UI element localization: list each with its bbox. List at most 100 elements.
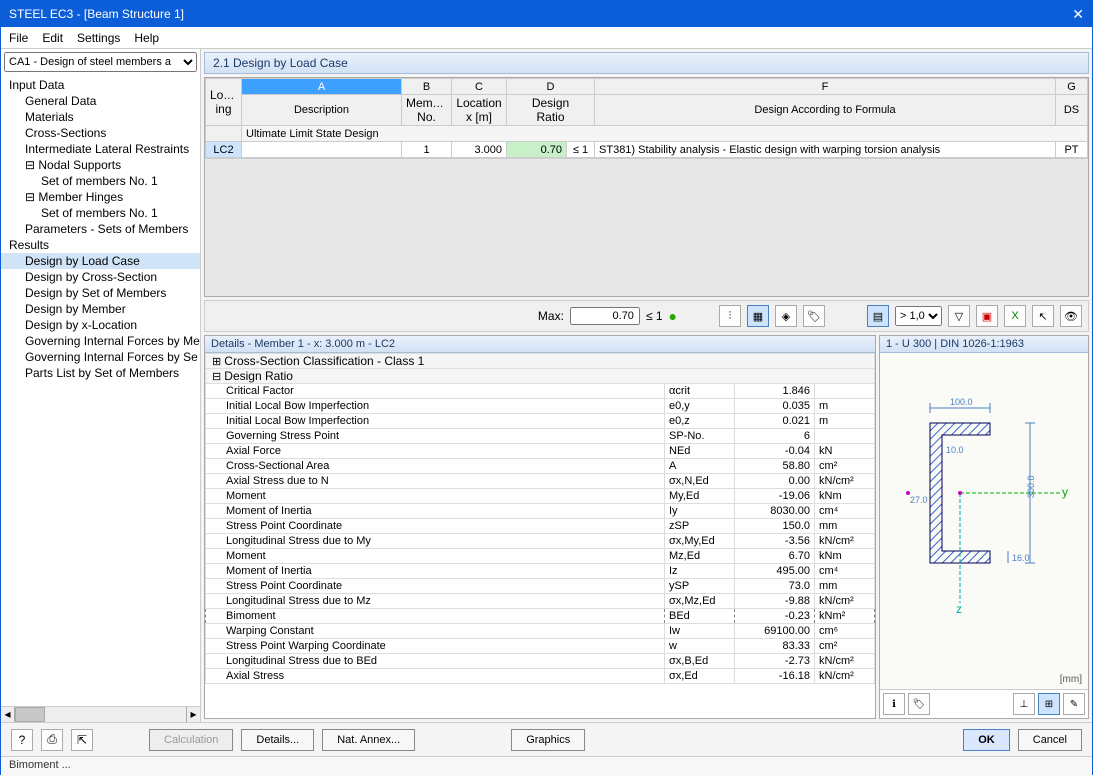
filter-select[interactable]: > 1,0 [895, 306, 942, 326]
menu-edit[interactable]: Edit [42, 31, 63, 45]
col-b[interactable]: B [402, 79, 452, 95]
details-row[interactable]: Governing Stress PointSP-No.6 [206, 429, 875, 444]
tree-design-cross-section[interactable]: Design by Cross-Section [1, 269, 200, 285]
details-row[interactable]: Longitudinal Stress due to Mzσx,Mz,Ed-9.… [206, 594, 875, 609]
tree-member-set1[interactable]: Set of members No. 1 [1, 205, 200, 221]
details-row[interactable]: Moment of InertiaIz495.00cm⁴ [206, 564, 875, 579]
details-row[interactable]: Initial Local Bow Imperfectione0,z0.021m [206, 414, 875, 429]
section-row: Ultimate Limit State Design [242, 126, 1088, 142]
tool-graph-icon[interactable]: ⫶ [719, 305, 741, 327]
details-row[interactable]: Stress Point CoordinateySP73.0mm [206, 579, 875, 594]
tree-gov-forces-se[interactable]: Governing Internal Forces by Se [1, 349, 200, 365]
section-row-head [206, 126, 242, 142]
tree-nodal-set1[interactable]: Set of members No. 1 [1, 173, 200, 189]
details-row[interactable]: Moment of InertiaIy8030.00cm⁴ [206, 504, 875, 519]
menu-settings[interactable]: Settings [77, 31, 120, 45]
col-d[interactable]: D [507, 79, 595, 95]
details-row[interactable]: Longitudinal Stress due to Myσx,My,Ed-3.… [206, 534, 875, 549]
print-section-icon[interactable]: ✎ [1063, 693, 1085, 715]
help-icon[interactable]: ? [11, 729, 33, 751]
tree-parts-list[interactable]: Parts List by Set of Members [1, 365, 200, 381]
max-value-input[interactable] [570, 307, 640, 325]
col-loading: Load- ing [206, 79, 242, 126]
tool-eye-icon[interactable]: 👁 [1060, 305, 1082, 327]
tree-input-data[interactable]: Input Data [1, 77, 200, 93]
details-class-row[interactable]: ⊞ Cross-Section Classification - Class 1 [206, 354, 875, 369]
details-row[interactable]: Axial Stressσx,Ed-16.18kN/cm² [206, 669, 875, 684]
ok-button[interactable]: OK [963, 729, 1010, 751]
print-icon[interactable]: ⎙ [41, 729, 63, 751]
details-row[interactable]: Warping ConstantIw69100.00cm⁶ [206, 624, 875, 639]
dim-icon[interactable]: ⊞ [1038, 693, 1060, 715]
tree-results[interactable]: Results [1, 237, 200, 253]
section-title: 1 - U 300 | DIN 1026-1:1963 [880, 336, 1088, 353]
details-row[interactable]: Longitudinal Stress due to BEdσx,B,Ed-2.… [206, 654, 875, 669]
grid-empty-area [205, 158, 1088, 296]
tree-design-x-location[interactable]: Design by x-Location [1, 317, 200, 333]
hdr-ds: DS [1056, 95, 1088, 126]
cancel-button[interactable]: Cancel [1018, 729, 1082, 751]
col-g[interactable]: G [1056, 79, 1088, 95]
col-f[interactable]: F [595, 79, 1056, 95]
tree-nodal-supports[interactable]: ⊟ Nodal Supports [1, 157, 200, 173]
details-row[interactable]: Axial ForceNEd-0.04kN [206, 444, 875, 459]
details-title: Details - Member 1 - x: 3.000 m - LC2 [205, 336, 875, 353]
details-scroll[interactable]: ⊞ Cross-Section Classification - Class 1… [205, 353, 875, 718]
section-panel: 1 - U 300 | DIN 1026-1:1963 100.0 300.0 [879, 335, 1089, 719]
tree-member-hinges[interactable]: ⊟ Member Hinges [1, 189, 200, 205]
svg-text:z: z [956, 602, 962, 616]
tree-intermediate-lateral[interactable]: Intermediate Lateral Restraints [1, 141, 200, 157]
tree-general-data[interactable]: General Data [1, 93, 200, 109]
menu-file[interactable]: File [9, 31, 28, 45]
results-grid[interactable]: Load- ing A B C D F G Description Member… [204, 77, 1089, 297]
menu-help[interactable]: Help [134, 31, 159, 45]
graphics-button[interactable]: Graphics [511, 729, 585, 751]
tree-cross-sections[interactable]: Cross-Sections [1, 125, 200, 141]
svg-text:10.0: 10.0 [946, 445, 964, 455]
nav-tree[interactable]: Input Data General Data Materials Cross-… [1, 75, 200, 706]
tool-funnel-icon[interactable]: ▽ [948, 305, 970, 327]
details-row[interactable]: Cross-Sectional AreaA58.80cm² [206, 459, 875, 474]
axis-icon[interactable]: ⊥ [1013, 693, 1035, 715]
details-row[interactable]: MomentMz,Ed6.70kNm [206, 549, 875, 564]
tool-pick-icon[interactable]: ↖ [1032, 305, 1054, 327]
tool-excel-icon[interactable]: X [1004, 305, 1026, 327]
details-ratio-row[interactable]: ⊟ Design Ratio [206, 369, 875, 384]
tag-icon[interactable]: 🏷 [908, 693, 930, 715]
details-button[interactable]: Details... [241, 729, 314, 751]
sidebar-hscroll[interactable]: ◂▸ [1, 706, 200, 722]
export-icon[interactable]: ⇱ [71, 729, 93, 751]
check-ok-icon: ● [669, 308, 677, 324]
tree-materials[interactable]: Materials [1, 109, 200, 125]
details-row[interactable]: Critical Factorαcrit1.846 [206, 384, 875, 399]
details-row[interactable]: MomentMy,Ed-19.06kNm [206, 489, 875, 504]
data-row-lc2[interactable]: LC2 1 3.000 0.70 ≤ 1 ST381) Stability an… [206, 142, 1088, 158]
nat-annex-button[interactable]: Nat. Annex... [322, 729, 415, 751]
tool-section-icon[interactable]: ▦ [747, 305, 769, 327]
tree-design-load-case[interactable]: Design by Load Case [1, 253, 200, 269]
details-row[interactable]: Stress Point CoordinatezSP150.0mm [206, 519, 875, 534]
details-panel: Details - Member 1 - x: 3.000 m - LC2 ⊞ … [204, 335, 876, 719]
tree-design-member[interactable]: Design by Member [1, 301, 200, 317]
info-icon[interactable]: ℹ [883, 693, 905, 715]
details-row[interactable]: Stress Point Warping Coordinatew83.33cm² [206, 639, 875, 654]
tool-filter-icon[interactable]: ▤ [867, 305, 889, 327]
tree-gov-forces-me[interactable]: Governing Internal Forces by Me [1, 333, 200, 349]
close-icon[interactable]: ✕ [1072, 6, 1084, 23]
tree-parameters[interactable]: Parameters - Sets of Members [1, 221, 200, 237]
window-title: STEEL EC3 - [Beam Structure 1] [9, 7, 184, 21]
tool-tag-icon[interactable]: 🏷 [803, 305, 825, 327]
calculation-button[interactable]: Calculation [149, 729, 233, 751]
tree-design-set-members[interactable]: Design by Set of Members [1, 285, 200, 301]
sidebar: CA1 - Design of steel members a Input Da… [1, 49, 201, 722]
details-row[interactable]: BimomentBEd-0.23kNm² [206, 609, 875, 624]
col-c[interactable]: C [452, 79, 507, 95]
details-row[interactable]: Initial Local Bow Imperfectione0,y0.035m [206, 399, 875, 414]
col-a[interactable]: A [242, 79, 402, 95]
hdr-formula: Design According to Formula [595, 95, 1056, 126]
tool-3d-icon[interactable]: ◈ [775, 305, 797, 327]
panel-title: 2.1 Design by Load Case [204, 52, 1089, 74]
details-row[interactable]: Axial Stress due to Nσx,N,Ed0.00kN/cm² [206, 474, 875, 489]
tool-color-icon[interactable]: ▣ [976, 305, 998, 327]
case-select[interactable]: CA1 - Design of steel members a [4, 52, 197, 72]
